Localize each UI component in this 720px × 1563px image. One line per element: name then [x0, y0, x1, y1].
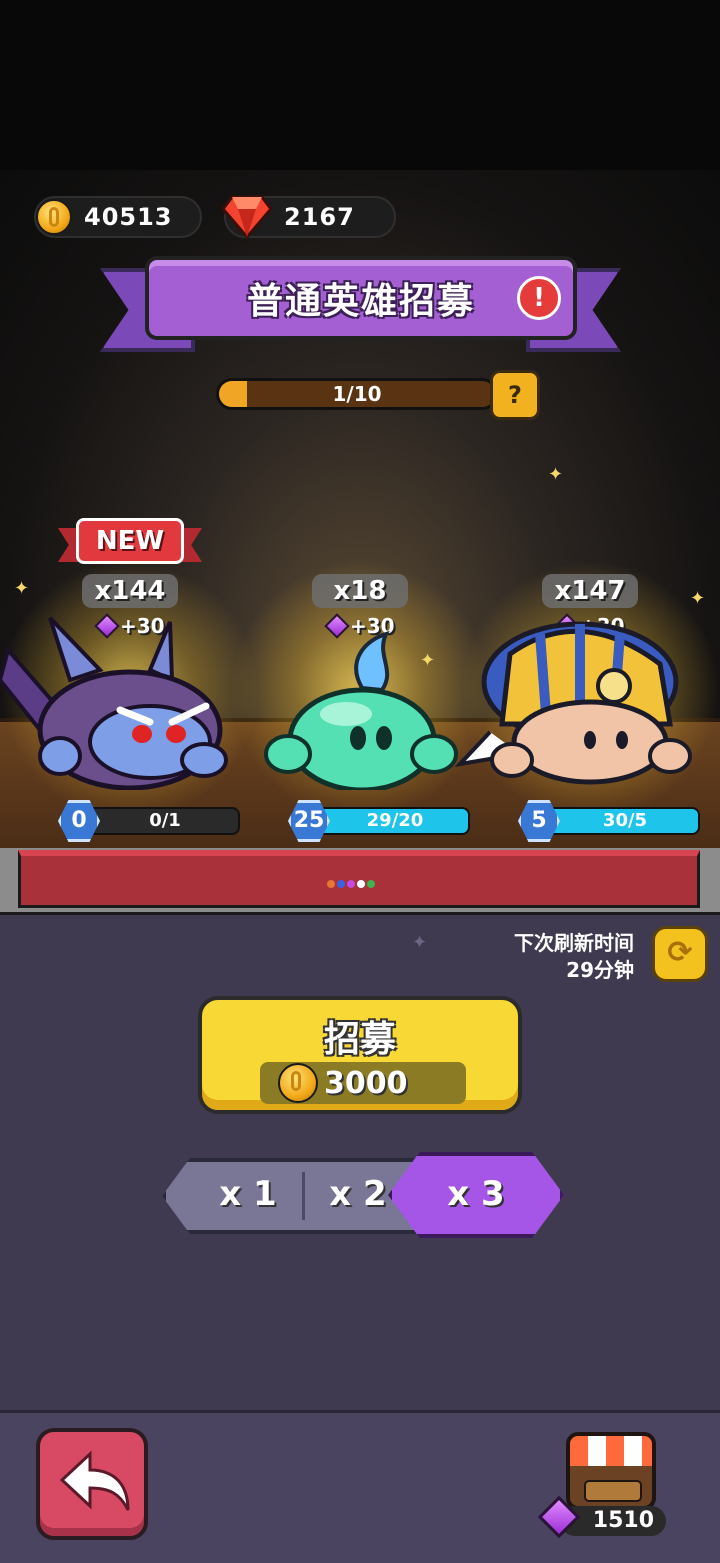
page-indicator — [327, 880, 375, 888]
hero-count: x144 — [82, 574, 178, 608]
recruit-label: 招募 — [323, 1019, 396, 1060]
hero-level-bar: 0 0/1 — [58, 800, 240, 842]
recruit-progress-bar: 1/10 — [216, 378, 498, 410]
top-background — [0, 0, 720, 190]
refresh-time: 29分钟 — [566, 958, 634, 982]
page-dot — [357, 880, 365, 888]
recruit-cost: 3000 — [260, 1062, 466, 1104]
multiplier-x1[interactable]: x 1 — [202, 1158, 294, 1234]
card-progress: 29/20 — [320, 807, 470, 835]
card-progress-text: 30/5 — [602, 810, 648, 831]
hero-count: x147 — [542, 574, 638, 608]
hero-count: x18 — [312, 574, 408, 608]
gold-coin-icon — [36, 199, 72, 235]
alert-icon[interactable]: ! — [517, 276, 561, 320]
gem-counter[interactable]: 2167 — [222, 195, 396, 239]
progress-text: 1/10 — [332, 382, 382, 406]
page-dot — [367, 880, 375, 888]
hero-dark-knight[interactable] — [0, 610, 230, 790]
red-gem-icon — [222, 195, 272, 239]
recruit-title-banner: 普通英雄招募 — [145, 256, 577, 340]
new-badge: NEW — [76, 518, 184, 564]
recruit-multiplier-selector: x 1 x 2 x 3 — [162, 1152, 564, 1238]
page-title: 普通英雄招募 — [246, 281, 475, 322]
gold-amount: 40513 — [84, 203, 173, 231]
hero-level-bar: 25 29/20 — [288, 800, 470, 842]
sparkle-icon: ✦ — [690, 588, 706, 609]
page-dot — [327, 880, 335, 888]
gold-coin-icon — [278, 1063, 318, 1103]
refresh-timer: 下次刷新时间 29分钟 — [514, 930, 634, 984]
help-button[interactable]: ? — [490, 370, 540, 420]
sparkle-icon: ✦ — [14, 578, 30, 599]
multiplier-separator — [302, 1172, 305, 1220]
card-progress: 30/5 — [550, 807, 700, 835]
refresh-button[interactable]: ⟳ — [652, 926, 708, 982]
sparkle-icon: ✦ — [548, 464, 564, 485]
gem-amount: 2167 — [284, 203, 355, 231]
gold-counter[interactable]: 40513 — [34, 196, 202, 238]
back-arrow-icon — [59, 1450, 130, 1511]
card-progress-text: 0/1 — [149, 810, 181, 831]
refresh-icon: ⟳ — [667, 935, 693, 970]
page-dot — [347, 880, 355, 888]
card-progress: 0/1 — [90, 807, 240, 835]
shop-icon — [584, 1480, 642, 1502]
recruit-cost-amount: 3000 — [324, 1065, 408, 1101]
hero-level-bar: 5 30/5 — [518, 800, 700, 842]
hero-green-slime[interactable] — [256, 630, 462, 790]
hero-pharaoh[interactable] — [450, 614, 700, 790]
multiplier-x3[interactable]: x 3 — [412, 1158, 540, 1234]
sparkle-icon: ✦ — [412, 932, 428, 953]
refresh-label: 下次刷新时间 — [514, 931, 634, 955]
back-button[interactable] — [36, 1428, 148, 1540]
shop-awning — [570, 1436, 652, 1466]
card-progress-text: 29/20 — [366, 810, 424, 831]
recruit-button[interactable]: 招募 3000 — [198, 996, 522, 1114]
page-dot — [337, 880, 345, 888]
shop-button[interactable] — [566, 1432, 656, 1510]
